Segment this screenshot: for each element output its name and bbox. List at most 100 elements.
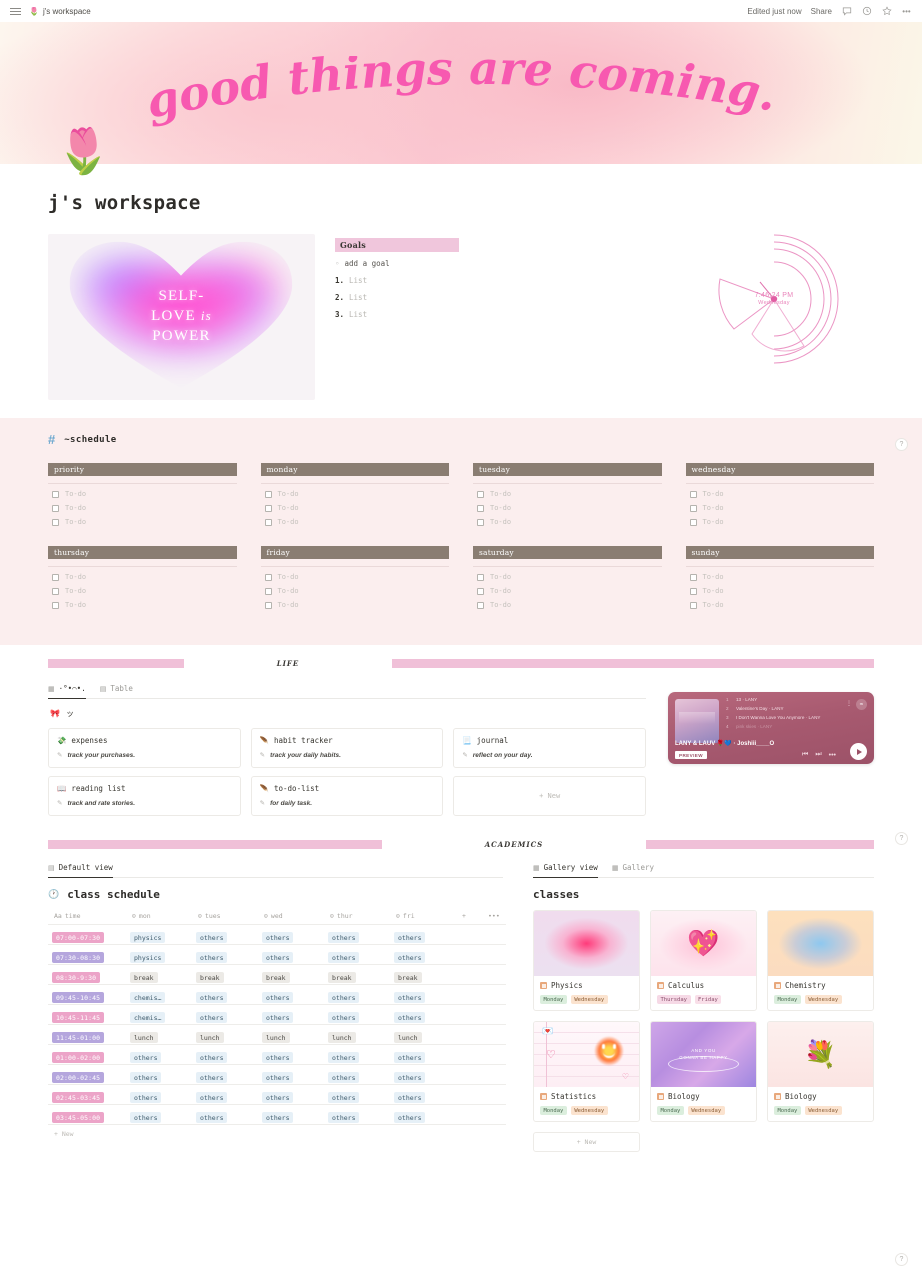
class-card-statistics[interactable]: 💌 ♡ ♡ Statistics Monday Wednesday	[533, 1021, 640, 1122]
checkbox[interactable]	[477, 490, 484, 498]
checkbox[interactable]	[52, 490, 59, 498]
checkbox[interactable]	[264, 504, 272, 512]
cell-day[interactable]: others	[192, 1044, 258, 1065]
next-icon[interactable]: ⏭	[815, 751, 821, 759]
tab-gallery-view[interactable]: ▦ ·°•⌒•.	[48, 684, 86, 699]
checkbox[interactable]	[264, 573, 272, 581]
cell-day[interactable]: lunch	[258, 1024, 324, 1045]
checkbox[interactable]	[689, 490, 697, 498]
cell-day[interactable]: break	[390, 964, 456, 985]
schedule-title[interactable]: ~schedule	[64, 435, 116, 445]
column-header-time[interactable]: Aa time	[48, 908, 126, 925]
todo-item[interactable]: To-do	[48, 570, 237, 584]
checkbox[interactable]	[52, 518, 59, 526]
cell-day[interactable]: others	[126, 1104, 192, 1125]
cell-time[interactable]: 01:00-02:00	[48, 1044, 126, 1065]
checkbox[interactable]	[689, 504, 697, 512]
todo-item[interactable]: To-do	[686, 515, 875, 529]
table-row[interactable]: 01:00-02:00 others others others others other…	[48, 1044, 506, 1065]
todo-item[interactable]: To-do	[48, 501, 237, 515]
todo-item[interactable]: To-do	[473, 501, 662, 515]
checkbox[interactable]	[689, 587, 697, 595]
table-row[interactable]: 08:30-9:30 break break break break break	[48, 964, 506, 985]
cell-time[interactable]: 02:00-02:45	[48, 1064, 126, 1085]
tab-gallery[interactable]: ▦ Gallery	[612, 863, 654, 872]
column-header-tues[interactable]: ⊙ tues	[192, 908, 258, 925]
cell-day[interactable]: break	[192, 964, 258, 985]
cell-day[interactable]: break	[126, 964, 192, 985]
life-card-journal[interactable]: 📃 journal ✎ reflect on your day.	[453, 728, 646, 768]
track-item[interactable]: 4 pink skies · LANY	[726, 725, 852, 730]
life-new-card-button[interactable]: + New	[453, 776, 646, 816]
table-row[interactable]: 07:30-08:30 physics others others others othe…	[48, 944, 506, 965]
cell-day[interactable]: others	[192, 984, 258, 1005]
cell-time[interactable]: 08:30-9:30	[48, 964, 126, 985]
column-header-fri[interactable]: ⊙ fri	[390, 908, 456, 925]
player-menu-button[interactable]: ≈	[856, 699, 867, 710]
classes-title[interactable]: classes	[533, 888, 874, 901]
goal-item[interactable]: 2. List	[335, 293, 517, 302]
checkbox[interactable]	[689, 518, 697, 526]
life-card-reading-list[interactable]: 📖 reading list ✎ track and rate stories.	[48, 776, 241, 816]
class-card-calculus[interactable]: 💖 Calculus Thursday Friday	[650, 910, 757, 1011]
cell-day[interactable]: chemis…	[126, 1004, 192, 1025]
help-button[interactable]: ?	[895, 1253, 908, 1266]
class-card-chemistry[interactable]: Chemistry Monday Wednesday	[767, 910, 874, 1011]
track-item[interactable]: 3 I Don't Wanna Love You Anymore · LANY	[726, 716, 852, 721]
cell-day[interactable]: others	[390, 1004, 456, 1025]
todo-item[interactable]: To-do	[261, 598, 450, 612]
cell-day[interactable]: others	[324, 984, 390, 1005]
cell-day[interactable]: others	[192, 1104, 258, 1125]
cell-day[interactable]: others	[192, 924, 258, 945]
star-icon[interactable]	[881, 6, 892, 17]
cell-day[interactable]: others	[126, 1084, 192, 1105]
more-icon[interactable]: •••	[901, 6, 912, 17]
cell-day[interactable]: others	[192, 1064, 258, 1085]
cell-day[interactable]: break	[258, 964, 324, 985]
checkbox[interactable]	[477, 587, 484, 595]
tab-table[interactable]: ▤ Table	[100, 684, 133, 693]
self-love-image[interactable]: SELF- LOVE is POWER	[48, 234, 315, 400]
cell-day[interactable]: break	[324, 964, 390, 985]
table-row[interactable]: 02:00-02:45 others others others others other…	[48, 1064, 506, 1085]
cell-day[interactable]: lunch	[390, 1024, 456, 1045]
cell-day[interactable]: lunch	[126, 1024, 192, 1045]
cell-time[interactable]: 07:30-08:30	[48, 944, 126, 965]
todo-item[interactable]: To-do	[473, 515, 662, 529]
todo-item[interactable]: To-do	[48, 598, 237, 612]
table-row[interactable]: 11:45-01:00 lunch lunch lunch lunch lunch	[48, 1024, 506, 1045]
todo-item[interactable]: To-do	[48, 584, 237, 598]
checkbox[interactable]	[477, 601, 484, 609]
todo-item[interactable]: To-do	[473, 570, 662, 584]
class-card-physics[interactable]: Physics Monday Wednesday	[533, 910, 640, 1011]
cell-day[interactable]: others	[390, 1064, 456, 1085]
checkbox[interactable]	[264, 518, 272, 526]
goal-item[interactable]: 1. List	[335, 276, 517, 285]
checkbox[interactable]	[52, 601, 59, 609]
goal-item[interactable]: 3. List	[335, 310, 517, 319]
table-row[interactable]: 09:45-10:45 chemis… others others others othe…	[48, 984, 506, 1005]
cell-day[interactable]: others	[324, 1084, 390, 1105]
clock-widget[interactable]: 7:46:24 PM Wednesday	[704, 234, 844, 364]
cell-day[interactable]: others	[390, 984, 456, 1005]
cell-day[interactable]: lunch	[192, 1024, 258, 1045]
table-row[interactable]: 03:45-05:00 others others others others other…	[48, 1104, 506, 1125]
checkbox[interactable]	[477, 504, 484, 512]
cell-day[interactable]: others	[390, 1104, 456, 1125]
cell-day[interactable]: others	[192, 1084, 258, 1105]
checkbox[interactable]	[264, 490, 272, 498]
life-card-expenses[interactable]: 💸 expenses ✎ track your purchases.	[48, 728, 241, 768]
todo-item[interactable]: To-do	[261, 487, 450, 501]
sidebar-toggle-icon[interactable]	[10, 7, 21, 15]
column-header-wed[interactable]: ⊙ wed	[258, 908, 324, 925]
cell-day[interactable]: others	[192, 1004, 258, 1025]
cell-day[interactable]: others	[126, 1044, 192, 1065]
todo-item[interactable]: To-do	[473, 487, 662, 501]
checkbox[interactable]	[264, 601, 272, 609]
cell-time[interactable]: 02:45-03:45	[48, 1084, 126, 1105]
checkbox[interactable]	[52, 504, 59, 512]
todo-item[interactable]: To-do	[261, 501, 450, 515]
cell-day[interactable]: physics	[126, 924, 192, 945]
cell-day[interactable]: others	[390, 1084, 456, 1105]
cell-day[interactable]: others	[324, 944, 390, 965]
